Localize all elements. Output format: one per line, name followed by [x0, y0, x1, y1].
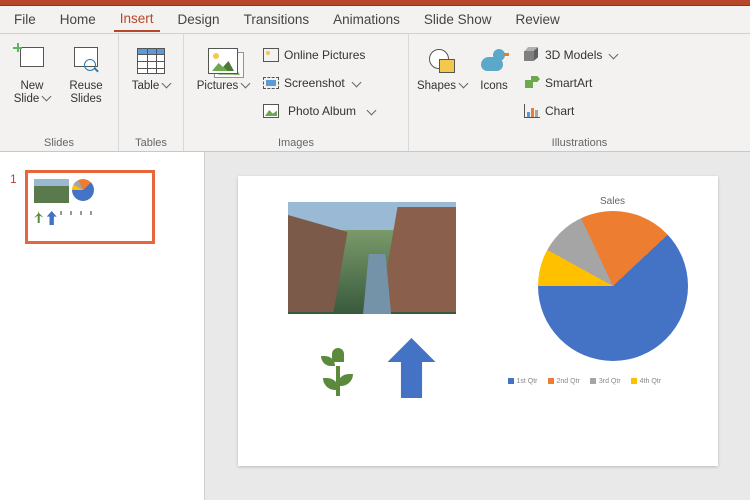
legend-q2: 2nd Qtr [548, 378, 580, 385]
smartart-icon [523, 74, 541, 92]
pictures-label: Pictures [197, 80, 250, 93]
screenshot-icon [262, 74, 280, 92]
legend-q3: 3rd Qtr [590, 378, 621, 385]
photo-album-icon [262, 102, 280, 120]
online-pictures-icon [262, 46, 280, 64]
shapes-label: Shapes [417, 80, 467, 93]
smartart-button[interactable]: SmartArt [519, 70, 621, 96]
shapes-button[interactable]: Shapes [415, 38, 469, 124]
group-tables-label: Tables [125, 135, 177, 151]
workspace: 1 Sales 1st Qtr 2nd Qtr [0, 152, 750, 500]
tab-animations[interactable]: Animations [327, 8, 406, 31]
slide-picture[interactable] [288, 202, 456, 314]
pie-chart-icon [538, 211, 688, 361]
photo-album-button[interactable]: Photo Album [258, 98, 379, 124]
screenshot-button[interactable]: Screenshot [258, 70, 379, 96]
slide-thumbnail-1[interactable] [25, 170, 155, 244]
icons-icon [478, 44, 510, 78]
tab-file[interactable]: File [8, 8, 42, 31]
new-slide-icon [16, 44, 48, 78]
thumb-plant-icon [34, 211, 44, 223]
3d-models-button[interactable]: 3D Models [519, 42, 621, 68]
tab-review[interactable]: Review [509, 8, 565, 31]
3d-models-label: 3D Models [545, 48, 602, 62]
ribbon-tabs: File Home Insert Design Transitions Anim… [0, 6, 750, 34]
group-tables: Table Tables [119, 34, 184, 151]
screenshot-label: Screenshot [284, 76, 345, 90]
slide-number: 1 [10, 172, 17, 482]
photo-album-label: Photo Album [288, 104, 356, 118]
new-slide-button[interactable]: New Slide [6, 38, 58, 124]
table-label: Table [132, 80, 171, 93]
group-images-label: Images [190, 135, 402, 151]
reuse-slides-icon [70, 44, 102, 78]
thumb-pie-icon [72, 179, 94, 201]
legend-q1: 1st Qtr [508, 378, 538, 385]
group-slides: New Slide Reuse Slides Slides [0, 34, 119, 151]
tab-insert[interactable]: Insert [114, 7, 160, 32]
reuse-slides-button[interactable]: Reuse Slides [60, 38, 112, 124]
new-slide-label: New Slide [14, 80, 51, 105]
slide-plant-icon[interactable] [313, 346, 363, 396]
online-pictures-button[interactable]: Online Pictures [258, 42, 379, 68]
slide-canvas-area[interactable]: Sales 1st Qtr 2nd Qtr 3rd Qtr 4th Qtr [205, 152, 750, 500]
thumb-arrow-icon [47, 211, 57, 225]
table-icon [135, 44, 167, 78]
chart-legend: 1st Qtr 2nd Qtr 3rd Qtr 4th Qtr [508, 378, 662, 385]
group-slides-label: Slides [6, 135, 112, 151]
slide-thumbnail-pane[interactable]: 1 [0, 152, 205, 500]
slide-1[interactable]: Sales 1st Qtr 2nd Qtr 3rd Qtr 4th Qtr [238, 176, 718, 466]
tab-transitions[interactable]: Transitions [238, 8, 316, 31]
legend-q4: 4th Qtr [631, 378, 661, 385]
icons-button[interactable]: Icons [471, 38, 517, 124]
group-illustrations-label: Illustrations [415, 135, 744, 151]
tab-design[interactable]: Design [172, 8, 226, 31]
chart-icon [523, 102, 541, 120]
ribbon: New Slide Reuse Slides Slides Table Tabl… [0, 34, 750, 152]
table-button[interactable]: Table [125, 38, 177, 124]
slide-arrow-shape[interactable] [388, 338, 436, 398]
smartart-label: SmartArt [545, 76, 592, 90]
pictures-button[interactable]: Pictures [190, 38, 256, 124]
thumb-legend-icon [60, 211, 100, 215]
thumb-photo-icon [34, 179, 69, 203]
reuse-slides-label: Reuse Slides [69, 80, 102, 105]
pictures-icon [207, 44, 239, 78]
shapes-icon [426, 44, 458, 78]
online-pictures-label: Online Pictures [284, 48, 365, 62]
tab-slideshow[interactable]: Slide Show [418, 8, 498, 31]
chart-label: Chart [545, 104, 574, 118]
slide-pie-chart[interactable]: Sales [523, 196, 703, 361]
chart-title: Sales [523, 196, 703, 207]
3d-models-icon [523, 46, 541, 64]
group-illustrations: Shapes Icons 3D Models SmartArt Chart [409, 34, 750, 151]
icons-label: Icons [480, 80, 508, 93]
chart-button[interactable]: Chart [519, 98, 621, 124]
group-images: Pictures Online Pictures Screenshot Phot… [184, 34, 409, 151]
tab-home[interactable]: Home [54, 8, 102, 31]
